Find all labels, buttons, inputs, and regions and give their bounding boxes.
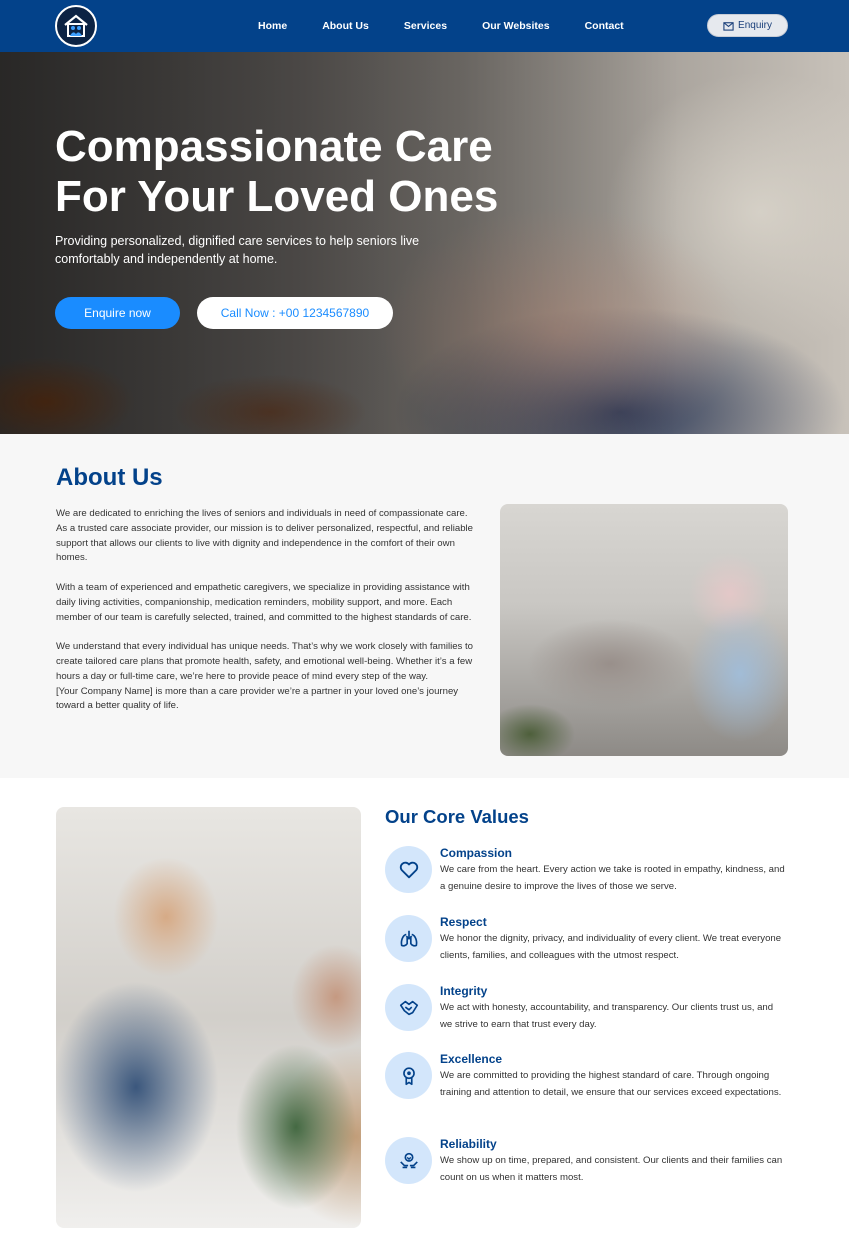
- hero-subtitle: Providing personalized, dignified care s…: [55, 234, 420, 266]
- about-section: About Us We are dedicated to enriching t…: [0, 434, 849, 778]
- about-paragraph-1: We are dedicated to enriching the lives …: [56, 508, 474, 564]
- call-now-button[interactable]: Call Now : +00 1234567890: [197, 297, 393, 329]
- handshake-icon: [385, 984, 432, 1031]
- top-navbar: Home About Us Services Our Websites Cont…: [0, 0, 849, 52]
- value-desc: We honor the dignity, privacy, and indiv…: [440, 933, 782, 961]
- nav-home[interactable]: Home: [258, 20, 287, 32]
- value-desc: We are committed to providing the highes…: [440, 1070, 782, 1098]
- home-family-logo-icon: [64, 14, 88, 37]
- nav-links: Home About Us Services Our Websites Cont…: [258, 0, 659, 52]
- value-desc: We care from the heart. Every action we …: [440, 864, 785, 892]
- value-name: Compassion: [440, 846, 513, 860]
- about-text: We are dedicated to enriching the lives …: [56, 507, 474, 714]
- value-name: Respect: [440, 915, 487, 929]
- about-paragraph-2: With a team of experienced and empatheti…: [56, 581, 472, 623]
- value-name: Excellence: [440, 1052, 503, 1066]
- enquiry-button[interactable]: Enquiry: [707, 14, 788, 37]
- value-desc: We show up on time, prepared, and consis…: [440, 1155, 783, 1183]
- value-name: Integrity: [440, 984, 488, 998]
- heart-icon: [385, 846, 432, 893]
- volunteer-with-senior-photo: [56, 807, 361, 1228]
- nav-our-websites[interactable]: Our Websites: [482, 20, 550, 32]
- value-name: Reliability: [440, 1137, 497, 1151]
- caring-hands-icon: [385, 1137, 432, 1184]
- value-desc: We act with honesty, accountability, and…: [440, 1002, 774, 1030]
- hero-title: Compassionate Care For Your Loved Ones: [55, 122, 575, 222]
- caregiver-visit-photo: [500, 504, 788, 756]
- hero-section: Compassionate Care For Your Loved Ones P…: [0, 52, 849, 434]
- enquiry-label: Enquiry: [738, 20, 772, 31]
- logo[interactable]: [55, 5, 97, 47]
- core-values-title: Our Core Values: [385, 806, 529, 827]
- nav-about-us[interactable]: About Us: [322, 20, 369, 32]
- lungs-icon: [385, 915, 432, 962]
- mail-icon: [723, 22, 734, 31]
- nav-contact[interactable]: Contact: [585, 20, 624, 32]
- enquire-now-button[interactable]: Enquire now: [55, 297, 180, 329]
- hero-title-line1: Compassionate Care: [55, 122, 493, 171]
- about-paragraph-4: [Your Company Name] is more than a care …: [56, 685, 459, 712]
- about-paragraph-3: We understand that every individual has …: [56, 641, 474, 682]
- award-icon: [385, 1052, 432, 1099]
- hero-title-line2: For Your Loved Ones: [55, 172, 499, 221]
- nav-services[interactable]: Services: [404, 20, 447, 32]
- about-title: About Us: [56, 464, 163, 491]
